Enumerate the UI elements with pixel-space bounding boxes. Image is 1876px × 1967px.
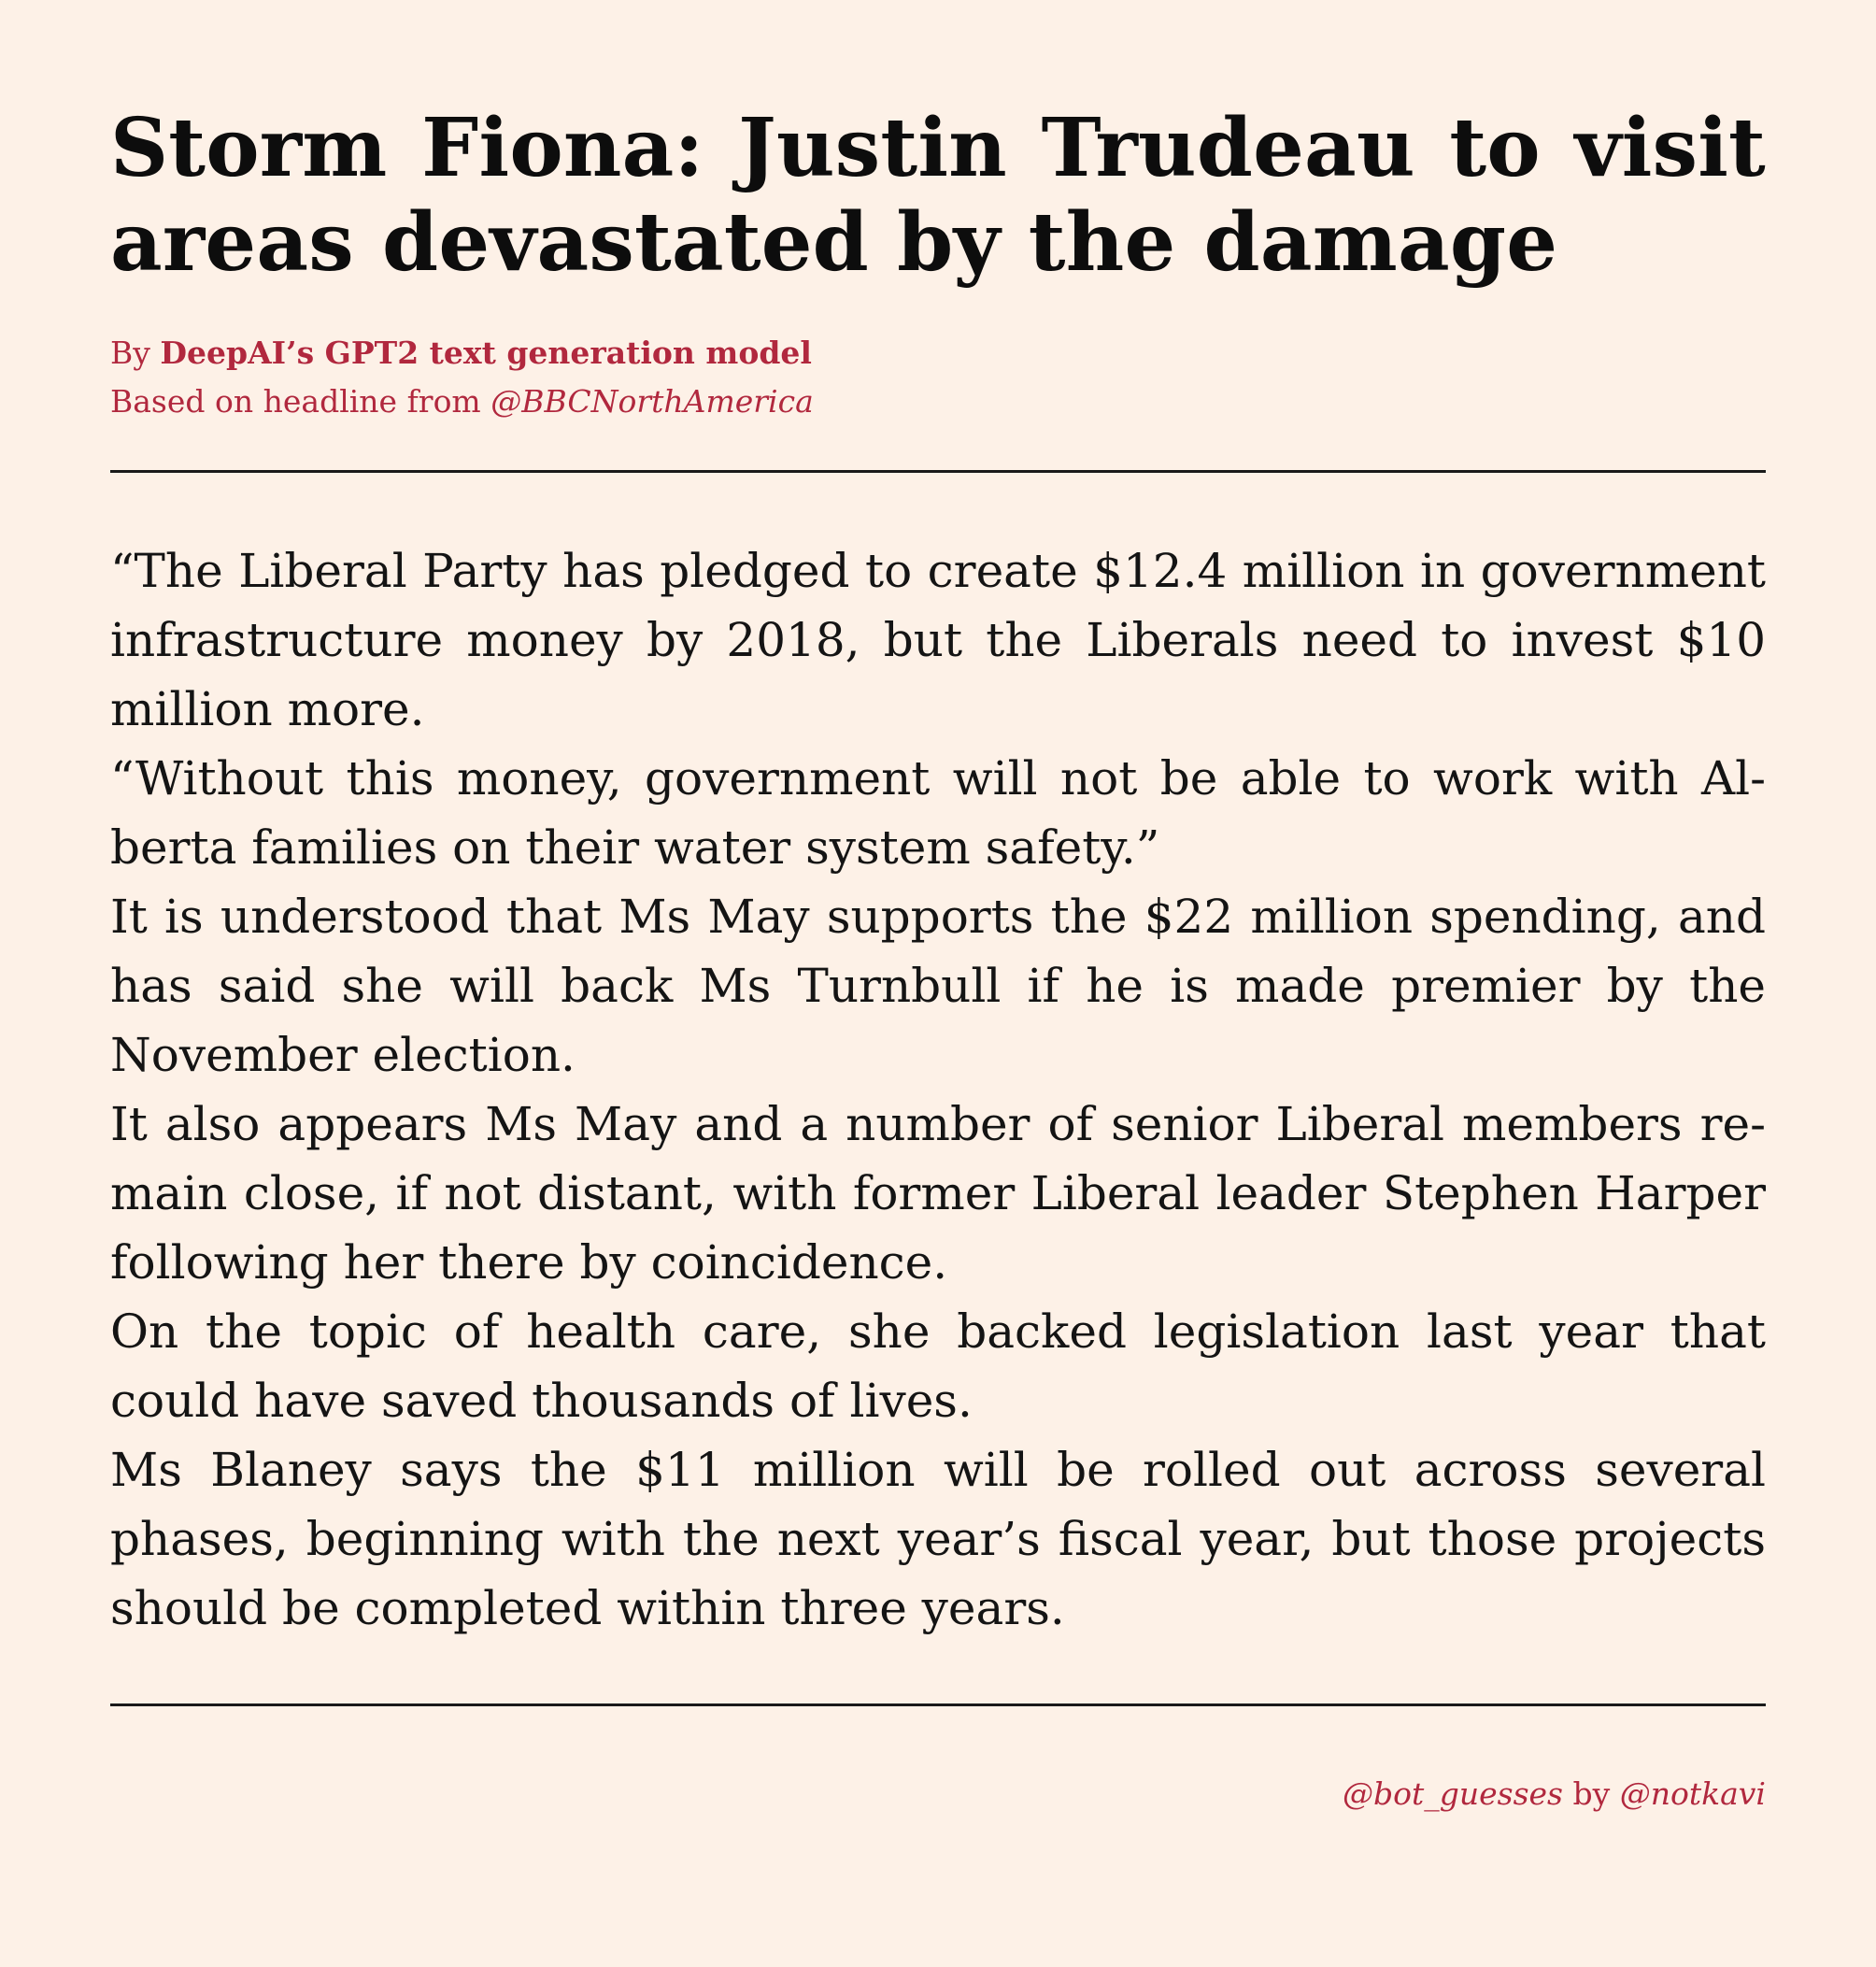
article-paragraph: It also appears Ms May and a number of s…	[110, 1097, 1766, 1290]
source-handle-link[interactable]: @BBCNorthAmerica	[490, 383, 814, 420]
author-line: By DeepAI’s GPT2 text generation model	[110, 329, 1766, 378]
page: Storm Fiona: Justin Trudeau to visit are…	[0, 0, 1876, 1967]
article-body: “The Liberal Party has pledged to create…	[110, 536, 1766, 1643]
footer-credit: @bot_guesses by @notkavi	[1343, 1771, 1766, 1817]
article-paragraph: It is understood that Ms May supports th…	[110, 890, 1766, 1082]
article-paragraph: On the topic of health care, she backed …	[110, 1304, 1766, 1428]
by-prefix: By	[110, 335, 161, 371]
author-name: DeepAI’s GPT2 text generation model	[160, 335, 812, 371]
based-on-prefix: Based on headline from	[110, 383, 491, 420]
article-paragraph: Ms Blaney says the $11 million will be r…	[110, 1443, 1766, 1635]
source-line: Based on headline from @BBCNorthAmerica	[110, 378, 1766, 426]
article-paragraph: “Without this money, government will not…	[110, 751, 1766, 875]
footer-by: by	[1562, 1775, 1620, 1812]
bottom-divider	[110, 1703, 1766, 1706]
top-divider	[110, 470, 1766, 473]
headline: Storm Fiona: Justin Trudeau to visit are…	[110, 101, 1766, 290]
article-paragraph: “The Liberal Party has pledged to create…	[110, 544, 1766, 736]
bot-handle-link[interactable]: @bot_guesses	[1343, 1775, 1563, 1812]
byline: By DeepAI’s GPT2 text generation model B…	[110, 329, 1766, 426]
creator-handle-link[interactable]: @notkavi	[1620, 1775, 1766, 1812]
